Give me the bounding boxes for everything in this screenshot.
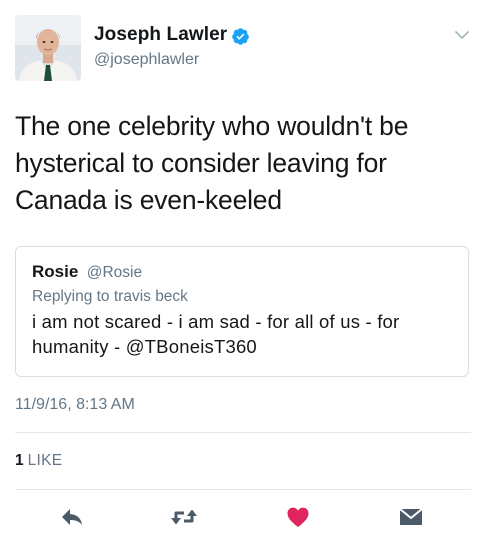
author-handle[interactable]: @josephlawler (94, 51, 199, 69)
tweet-timestamp: 11/9/16, 8:13 AM (15, 396, 135, 413)
author-photo (15, 15, 81, 81)
quoted-replying-to: Replying to travis beck (32, 288, 188, 305)
tweet-detail: Joseph Lawler @josephlawler The one cele… (0, 0, 486, 540)
divider (15, 432, 471, 433)
heart-icon (287, 507, 309, 527)
likes-count: 1 (15, 452, 24, 469)
likes-summary[interactable]: 1 LIKE (15, 452, 62, 470)
divider (15, 489, 471, 490)
tweet-text: The one celebrity who wouldn't be hyster… (15, 111, 409, 215)
retweet-icon (171, 509, 197, 525)
like-button[interactable] (285, 504, 311, 530)
author-avatar[interactable] (15, 15, 81, 81)
quoted-tweet-text: i am not scared - i am sad - for all of … (32, 311, 400, 357)
direct-message-button[interactable] (398, 504, 424, 530)
author-name[interactable]: Joseph Lawler (94, 24, 227, 46)
verified-badge-icon (231, 27, 250, 46)
likes-label: LIKE (27, 452, 63, 469)
reply-icon (62, 509, 82, 525)
chevron-down-icon[interactable] (453, 28, 471, 42)
quoted-author-name: Rosie (32, 262, 79, 281)
quoted-author-handle: @Rosie (86, 264, 143, 281)
quoted-tweet[interactable]: Rosie @Rosie Replying to travis beck i a… (15, 246, 469, 377)
quoted-tweet-author: Rosie @Rosie (32, 262, 142, 282)
envelope-icon (399, 508, 423, 525)
retweet-button[interactable] (169, 504, 199, 530)
reply-button[interactable] (59, 504, 85, 530)
